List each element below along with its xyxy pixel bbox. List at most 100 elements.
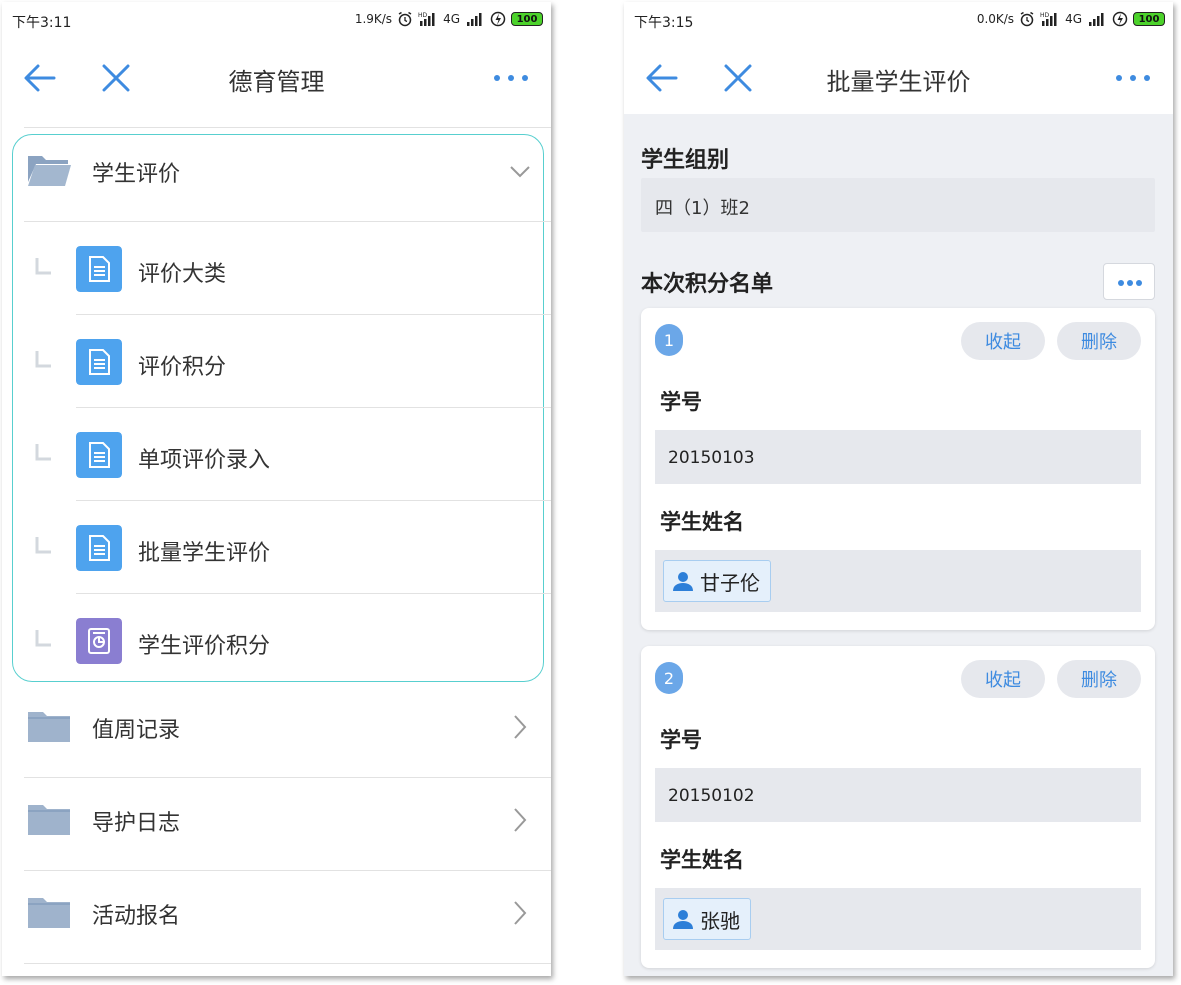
delete-button[interactable]: 删除: [1057, 660, 1141, 698]
group-row-student-evaluation[interactable]: 学生评价: [2, 130, 551, 222]
status-time: 下午3:15: [634, 15, 694, 31]
student-group-label: 学生组别: [641, 148, 730, 173]
nav-bar: 批量学生评价: [624, 42, 1173, 114]
child-label: 单项评价录入: [138, 448, 271, 473]
student-id-value: 20150102: [668, 786, 755, 806]
divider: [24, 777, 551, 778]
network-speed: 0.0K/s: [976, 12, 1015, 26]
status-bar: 下午3:15 0.0K/s HD 4G 100: [624, 2, 1173, 42]
collapse-button[interactable]: 收起: [961, 660, 1045, 698]
student-id-field[interactable]: 20150102: [655, 768, 1141, 822]
hd-signal-icon: HD: [1040, 12, 1057, 26]
collapse-button[interactable]: 收起: [961, 322, 1045, 360]
tree-branch-icon: [35, 444, 51, 461]
student-id-field[interactable]: 20150103: [655, 430, 1141, 484]
child-item[interactable]: 评价积分: [2, 315, 551, 408]
student-card: 2 收起 删除 学号 20150102 学生姓名 张驰: [641, 646, 1155, 968]
alarm-icon: [1020, 11, 1034, 27]
battery-icon: 100: [511, 12, 543, 26]
more-icon[interactable]: [1113, 68, 1153, 88]
student-name-value: 张驰: [700, 908, 740, 933]
group-row-guard-log[interactable]: 导护日志: [2, 779, 551, 871]
student-id-label: 学号: [660, 390, 702, 414]
svg-text:HD: HD: [1040, 12, 1050, 19]
more-icon: [1118, 280, 1142, 286]
document-icon: [76, 525, 122, 571]
child-item[interactable]: 单项评价录入: [2, 408, 551, 501]
student-name-chip[interactable]: 甘子伦: [663, 560, 771, 602]
chevron-down-icon[interactable]: [509, 156, 531, 186]
status-time: 下午3:11: [12, 15, 72, 31]
folder-icon: [28, 712, 70, 742]
more-icon[interactable]: [491, 68, 531, 88]
network-type: 4G: [1065, 12, 1082, 26]
page-title: 德育管理: [228, 68, 325, 96]
tree-branch-icon: [35, 351, 51, 368]
divider: [24, 963, 551, 964]
status-bar: 下午3:11 1.9K/s HD 4G 100: [2, 2, 551, 42]
group-label: 值周记录: [92, 718, 181, 743]
child-label: 学生评价积分: [138, 634, 271, 659]
card-index-badge: 2: [655, 662, 683, 694]
child-label: 批量学生评价: [138, 541, 271, 566]
charging-icon: [490, 11, 506, 27]
tree-branch-icon: [35, 258, 51, 275]
folder-icon: [28, 805, 70, 835]
battery-icon: 100: [1133, 12, 1165, 26]
status-indicators: 1.9K/s HD 4G 100: [355, 11, 543, 27]
student-name-chip[interactable]: 张驰: [663, 898, 751, 940]
document-icon: [76, 432, 122, 478]
page-title: 批量学生评价: [826, 68, 971, 96]
signal-icon: [1089, 13, 1104, 26]
signal-icon: [467, 13, 482, 26]
student-name-field[interactable]: 张驰: [655, 888, 1141, 950]
child-label: 评价大类: [138, 262, 227, 287]
group-row-activity-signup[interactable]: 活动报名: [2, 872, 551, 964]
student-name-value: 甘子伦: [700, 570, 760, 595]
chevron-right-icon[interactable]: [509, 805, 531, 835]
folder-open-icon: [28, 156, 71, 186]
alarm-icon: [398, 11, 412, 27]
svg-text:HD: HD: [418, 12, 428, 19]
student-group-field[interactable]: 四（1）班2: [641, 178, 1155, 232]
charging-icon: [1112, 11, 1128, 27]
list-more-button[interactable]: [1103, 263, 1155, 300]
delete-button[interactable]: 删除: [1057, 322, 1141, 360]
child-item[interactable]: 学生评价积分: [2, 594, 551, 687]
student-name-field[interactable]: 甘子伦: [655, 550, 1141, 612]
user-icon: [673, 910, 693, 929]
folder-icon: [28, 898, 70, 928]
student-card: 1 收起 删除 学号 20150103 学生姓名 甘子伦: [641, 308, 1155, 630]
child-item[interactable]: 评价大类: [2, 222, 551, 315]
network-type: 4G: [443, 12, 460, 26]
document-icon: [76, 246, 122, 292]
chevron-right-icon[interactable]: [509, 712, 531, 742]
group-label: 导护日志: [92, 811, 181, 836]
student-name-label: 学生姓名: [660, 848, 744, 872]
right-screen: 下午3:15 0.0K/s HD 4G 100 批量学生评价 学生组别 四（1）…: [624, 2, 1173, 976]
divider: [24, 870, 551, 871]
card-index-badge: 1: [655, 324, 683, 356]
divider: [24, 127, 551, 128]
group-row-duty-week[interactable]: 值周记录: [2, 686, 551, 778]
status-indicators: 0.0K/s HD 4G 100: [977, 11, 1165, 27]
document-icon: [76, 339, 122, 385]
child-label: 评价积分: [138, 355, 227, 380]
student-id-label: 学号: [660, 728, 702, 752]
child-item[interactable]: 批量学生评价: [2, 501, 551, 594]
score-list-label: 本次积分名单: [641, 272, 774, 297]
network-speed: 1.9K/s: [354, 12, 393, 26]
report-icon: [76, 618, 122, 664]
student-name-label: 学生姓名: [660, 510, 744, 534]
left-screen: 下午3:11 1.9K/s HD 4G 100 德育管理 学生评价 评价大类 评…: [2, 2, 551, 976]
chevron-right-icon[interactable]: [509, 898, 531, 928]
tree-branch-icon: [35, 630, 51, 647]
hd-signal-icon: HD: [418, 12, 435, 26]
group-label: 学生评价: [92, 162, 181, 187]
student-group-value: 四（1）班2: [655, 198, 750, 219]
nav-bar: 德育管理: [2, 42, 551, 114]
user-icon: [673, 572, 693, 591]
student-id-value: 20150103: [668, 448, 755, 468]
group-label: 活动报名: [92, 904, 181, 929]
tree-branch-icon: [35, 537, 51, 554]
